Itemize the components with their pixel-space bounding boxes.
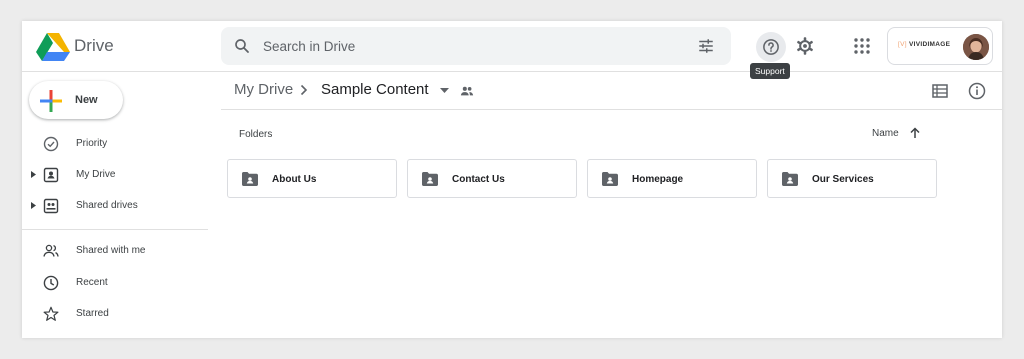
shared-folder-icon xyxy=(422,172,438,186)
avatar[interactable] xyxy=(963,34,989,60)
priority-icon xyxy=(43,136,59,152)
sidebar-divider xyxy=(22,229,208,230)
app-name[interactable]: Drive xyxy=(74,36,114,56)
list-view-icon[interactable] xyxy=(932,84,948,98)
expand-caret-icon[interactable] xyxy=(31,171,36,178)
sidebar-item-label: Priority xyxy=(76,138,108,149)
drive-window: Drive Search in Drive [V] VIVIDIMAGE Sup… xyxy=(22,21,1002,338)
shared-folder-people-icon xyxy=(460,86,474,96)
plus-icon xyxy=(40,90,62,112)
folder-name: Contact Us xyxy=(452,174,505,185)
shared-drives-icon xyxy=(43,198,59,214)
folder-tile[interactable]: Our Services xyxy=(767,159,937,198)
search-options-icon[interactable] xyxy=(697,37,715,55)
folder-tile[interactable]: About Us xyxy=(227,159,397,198)
app-header: Drive Search in Drive [V] VIVIDIMAGE xyxy=(22,21,1002,72)
sidebar-item-recent[interactable]: Recent xyxy=(22,270,208,296)
drive-logo-icon[interactable] xyxy=(36,31,70,61)
sidebar-item-label: Shared drives xyxy=(76,200,138,211)
folder-name: Homepage xyxy=(632,174,684,185)
folder-name: Our Services xyxy=(812,174,874,185)
section-title: Folders xyxy=(239,129,273,140)
sidebar-item-label: Shared with me xyxy=(76,245,146,256)
breadcrumb-root[interactable]: My Drive xyxy=(234,81,293,98)
folder-tile[interactable]: Contact Us xyxy=(407,159,577,198)
apps-grid-icon[interactable] xyxy=(853,37,871,55)
chevron-right-icon xyxy=(300,84,308,96)
star-icon xyxy=(43,306,59,321)
arrow-up-icon[interactable] xyxy=(909,127,921,139)
help-icon xyxy=(763,39,779,55)
chevron-down-icon[interactable] xyxy=(440,88,449,93)
folder-tile[interactable]: Homepage xyxy=(587,159,757,198)
brand-name: VIVIDIMAGE xyxy=(908,41,951,48)
sidebar-item-label: My Drive xyxy=(76,169,116,180)
content-divider xyxy=(221,109,1002,110)
sidebar-item-label: Recent xyxy=(76,277,108,288)
shared-folder-icon xyxy=(782,172,798,186)
sidebar-item-starred[interactable]: Starred xyxy=(22,301,208,327)
search-icon[interactable] xyxy=(233,37,251,55)
folder-name: About Us xyxy=(272,174,317,185)
support-button[interactable] xyxy=(756,32,786,62)
organization-logo: [V] VIVIDIMAGE xyxy=(898,41,950,48)
sidebar-item-shared-with-me[interactable]: Shared with me xyxy=(22,238,208,264)
shared-folder-icon xyxy=(242,172,258,186)
search-bar[interactable] xyxy=(221,27,731,65)
sort-by-name-button[interactable]: Name xyxy=(872,128,899,139)
sidebar-item-shared-drives[interactable]: Shared drives xyxy=(22,193,208,219)
expand-caret-icon[interactable] xyxy=(31,202,36,209)
support-tooltip: Support xyxy=(750,63,790,79)
new-button-label: New xyxy=(75,94,98,106)
clock-icon xyxy=(43,275,59,291)
new-button[interactable]: New xyxy=(29,81,123,119)
shared-folder-icon xyxy=(602,172,618,186)
account-switcher[interactable]: [V] VIVIDIMAGE xyxy=(887,27,993,65)
settings-gear-icon[interactable] xyxy=(795,36,815,56)
sidebar-item-priority[interactable]: Priority xyxy=(22,131,208,157)
shared-with-me-icon xyxy=(43,244,59,257)
breadcrumb-current-folder[interactable]: Sample Content xyxy=(321,81,429,98)
info-icon[interactable] xyxy=(968,82,986,100)
sidebar-item-label: Starred xyxy=(76,308,109,319)
sidebar-item-my-drive[interactable]: My Drive xyxy=(22,162,208,188)
my-drive-icon xyxy=(43,167,59,183)
brand-prefix: [V] xyxy=(898,41,907,48)
search-input[interactable] xyxy=(263,36,683,56)
